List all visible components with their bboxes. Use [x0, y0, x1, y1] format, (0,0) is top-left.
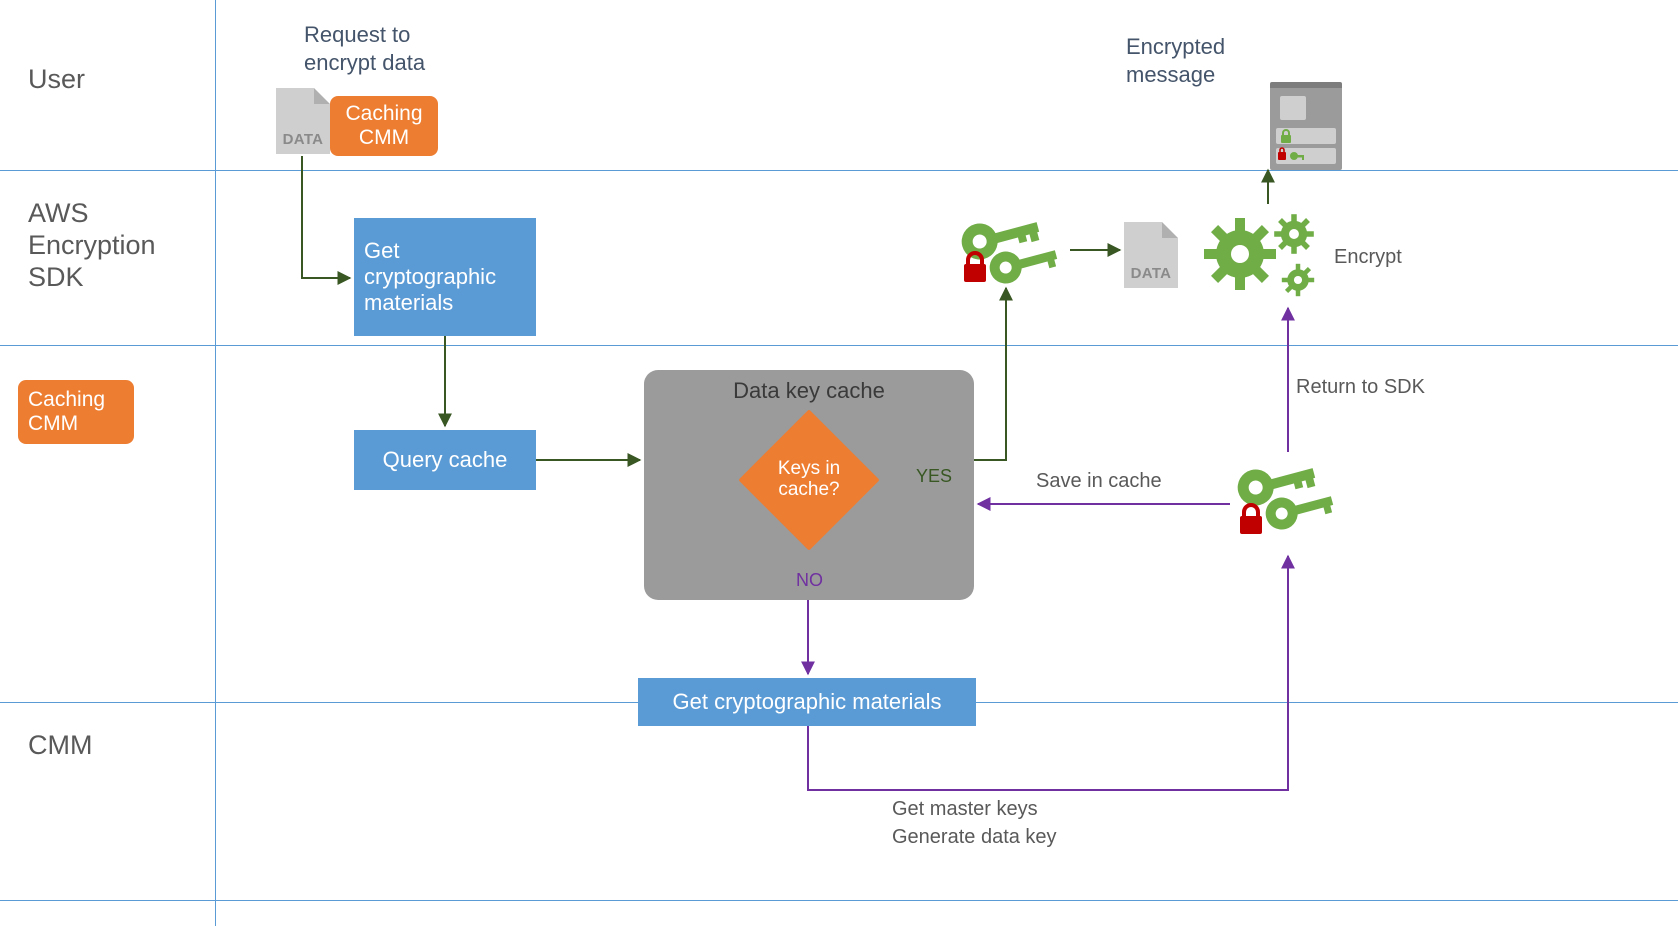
- arrows-layer: [0, 0, 1678, 926]
